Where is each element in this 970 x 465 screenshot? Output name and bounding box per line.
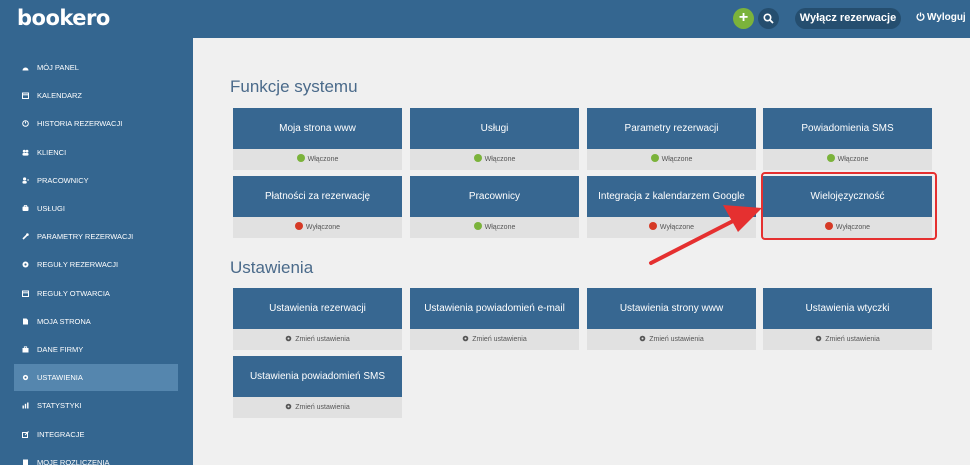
annotation-arrow <box>649 205 762 265</box>
